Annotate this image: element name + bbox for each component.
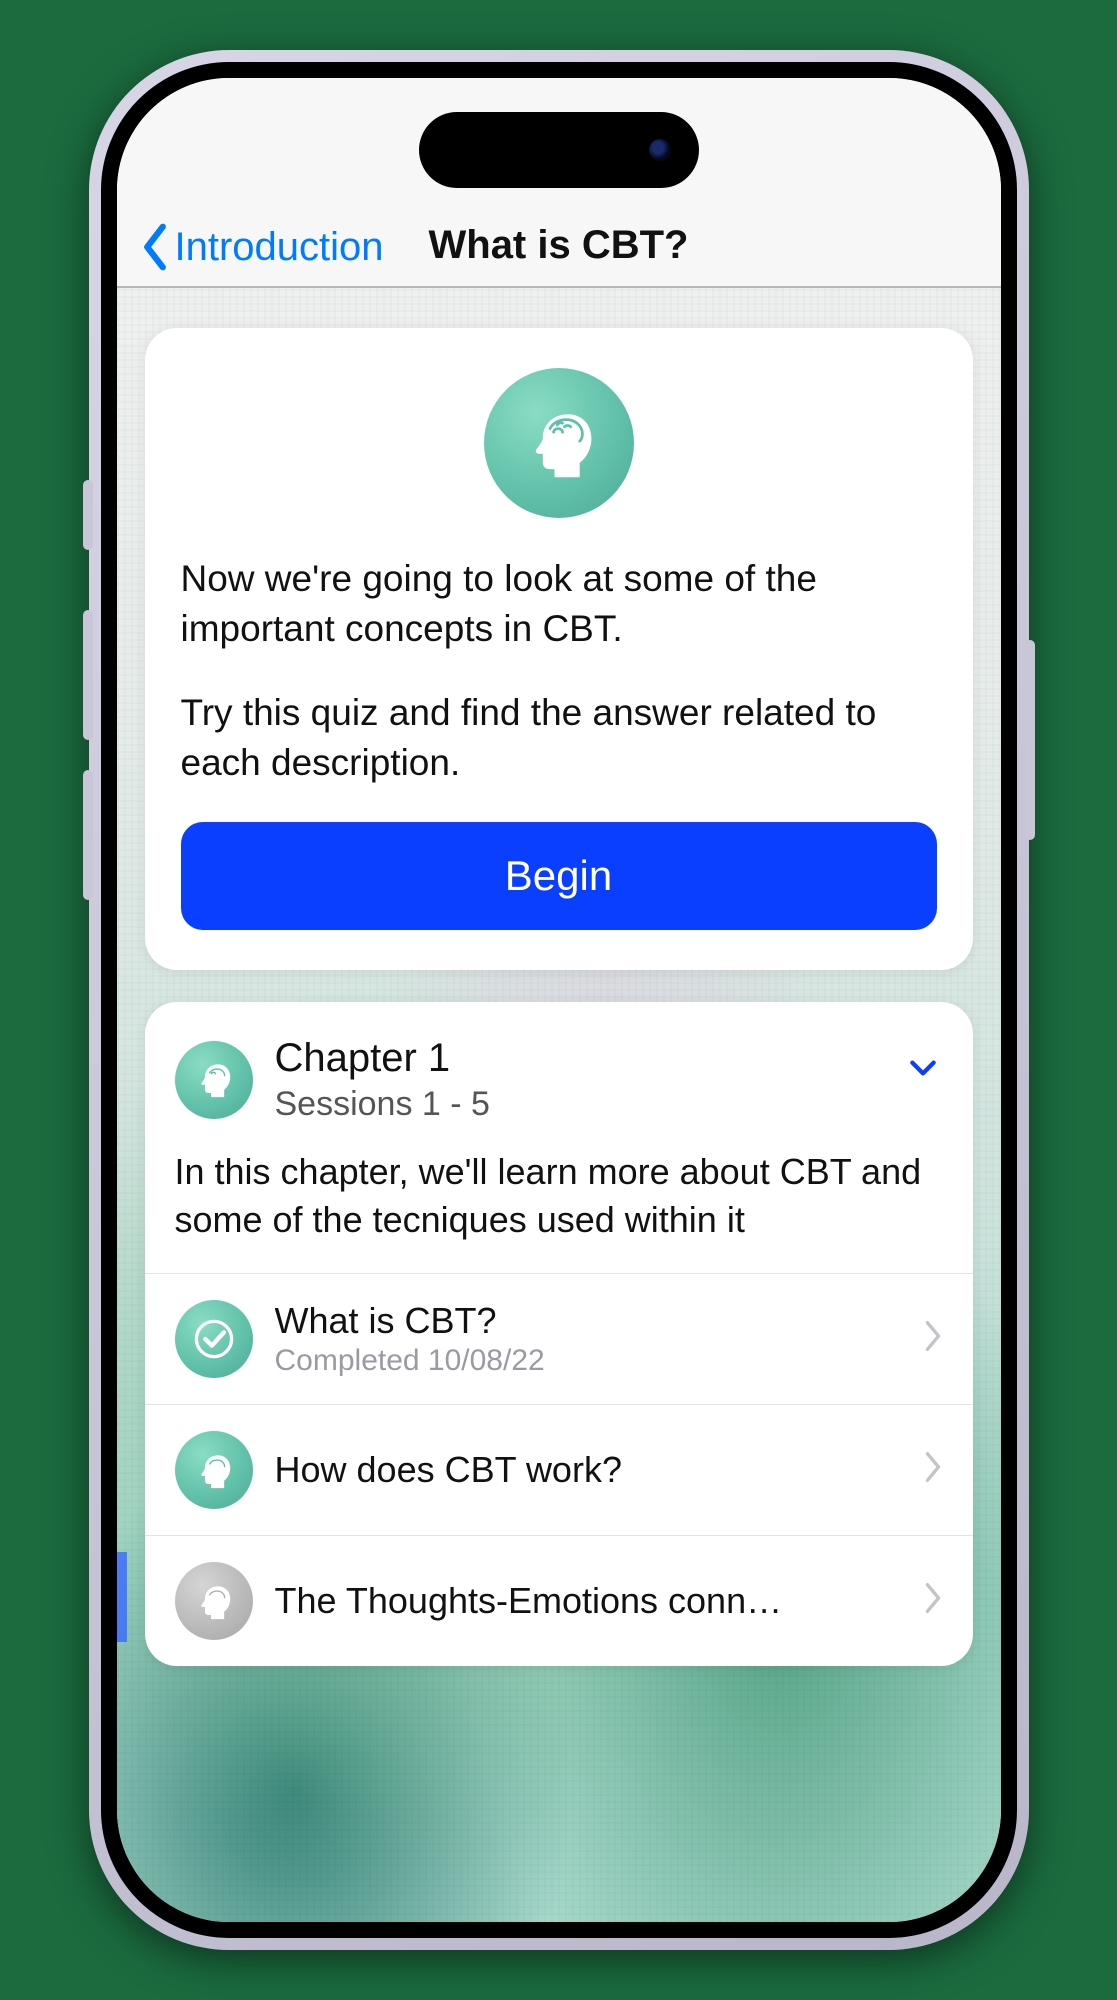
chevron-right-icon (923, 1319, 943, 1358)
back-label: Introduction (175, 225, 384, 270)
chapter-header[interactable]: Chapter 1 Sessions 1 - 5 (145, 1036, 973, 1148)
session-subtitle: Completed 10/08/22 (275, 1344, 545, 1378)
intro-para-2: Try this quiz and find the answer relate… (181, 688, 937, 788)
brain-head-icon (175, 1041, 253, 1119)
phone-power-button (1025, 640, 1035, 840)
session-title: How does CBT work? (275, 1449, 622, 1491)
begin-button[interactable]: Begin (181, 822, 937, 930)
chapter-title: Chapter 1 (275, 1036, 490, 1081)
session-title: What is CBT? (275, 1300, 545, 1342)
intro-para-1: Now we're going to look at some of the i… (181, 554, 937, 654)
chapter-description: In this chapter, we'll learn more about … (145, 1148, 973, 1273)
brain-head-icon (175, 1562, 253, 1640)
session-row[interactable]: The Thoughts-Emotions conn… (145, 1535, 973, 1666)
chevron-down-icon (907, 1052, 939, 1089)
chevron-left-icon (141, 223, 169, 271)
phone-frame: Introduction What is CBT? Now we're goi (89, 50, 1029, 1950)
check-circle-icon (175, 1300, 253, 1378)
session-row[interactable]: What is CBT? Completed 10/08/22 (145, 1273, 973, 1404)
brain-head-icon (175, 1431, 253, 1509)
dynamic-island (419, 112, 699, 188)
session-row[interactable]: How does CBT work? (145, 1404, 973, 1535)
content-area: Now we're going to look at some of the i… (117, 288, 1001, 1922)
brain-head-icon (484, 368, 634, 518)
back-button[interactable]: Introduction (117, 223, 384, 271)
scroll-indicator (117, 1552, 127, 1642)
session-title: The Thoughts-Emotions conn… (275, 1580, 783, 1622)
phone-bezel: Introduction What is CBT? Now we're goi (101, 62, 1017, 1938)
screen: Introduction What is CBT? Now we're goi (117, 78, 1001, 1922)
chapter-card: Chapter 1 Sessions 1 - 5 In this chapter… (145, 1002, 973, 1666)
chevron-right-icon (923, 1450, 943, 1489)
phone-volume-down (83, 770, 93, 900)
phone-side-button (83, 480, 93, 550)
intro-card: Now we're going to look at some of the i… (145, 328, 973, 970)
chevron-right-icon (923, 1581, 943, 1620)
intro-text: Now we're going to look at some of the i… (181, 554, 937, 788)
phone-volume-up (83, 610, 93, 740)
chapter-subtitle: Sessions 1 - 5 (275, 1085, 490, 1124)
